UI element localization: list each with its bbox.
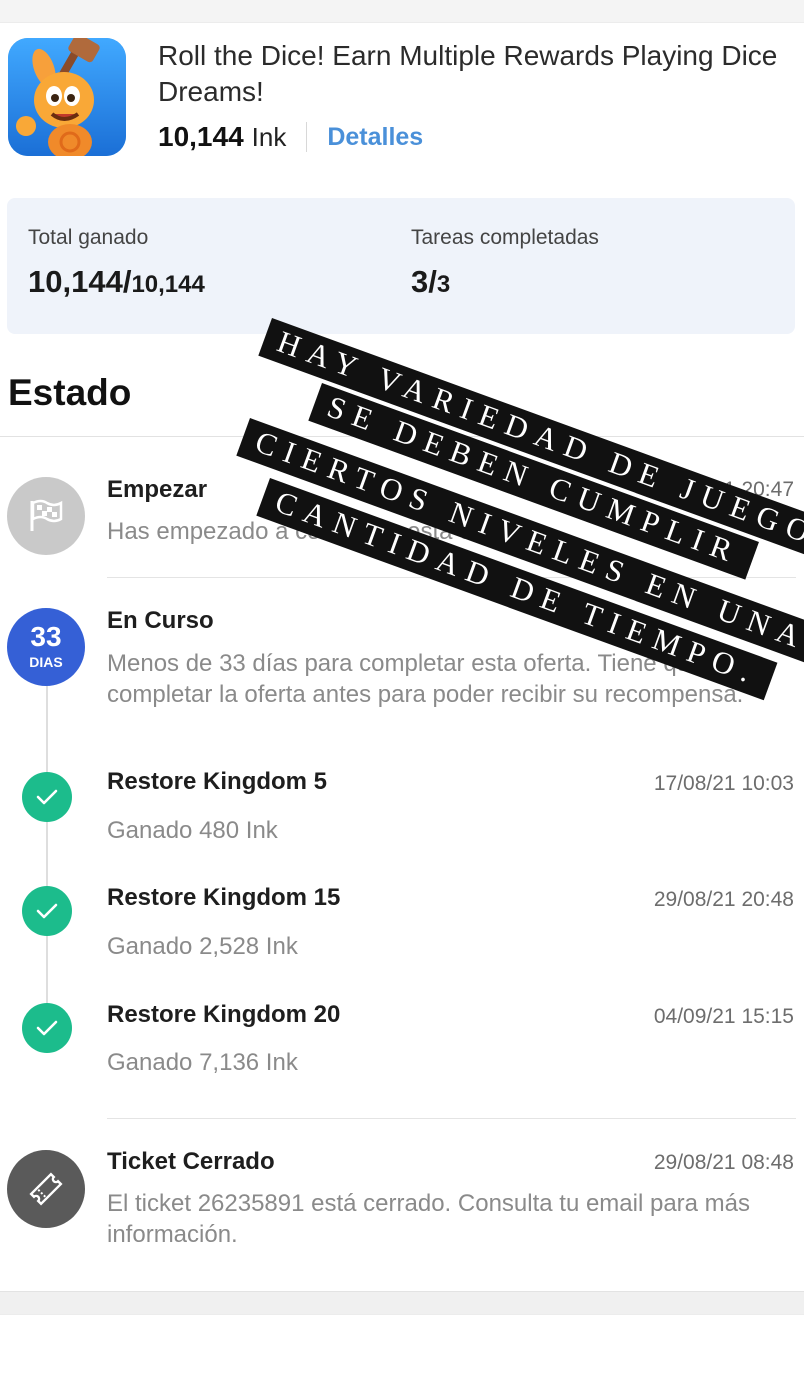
- top-band: [0, 0, 804, 23]
- tasks-done: 3/: [411, 264, 437, 299]
- ticket-event-circle: [7, 1150, 85, 1228]
- ticket-event-title: Ticket Cerrado: [107, 1148, 275, 1175]
- summary-box: Total ganado 10,144/10,144 Tareas comple…: [7, 198, 795, 334]
- reward-unit: Ink: [251, 121, 287, 152]
- days-left-number: 33: [30, 621, 62, 652]
- total-earned-label: Total ganado: [28, 226, 149, 249]
- timeline-rail: [46, 680, 48, 1030]
- section-divider: [0, 436, 804, 437]
- reward-separator: [306, 122, 308, 152]
- reward-value: 10,144: [158, 121, 244, 152]
- start-event-date: 3/21 20:47: [694, 478, 794, 501]
- task-title: Restore Kingdom 20: [107, 1001, 341, 1028]
- task-title: Restore Kingdom 15: [107, 884, 341, 911]
- flag-icon: [30, 499, 63, 531]
- start-event-desc: Has empezado a completar esta oferta: [107, 518, 521, 545]
- task-desc: Ganado 2,528 Ink: [107, 933, 298, 960]
- task-desc: Ganado 7,136 Ink: [107, 1049, 298, 1076]
- total-earned-amount: 10,144/: [28, 264, 132, 299]
- event-divider: [107, 1118, 796, 1119]
- tasks-completed-label: Tareas completadas: [411, 226, 599, 249]
- bottom-band: [0, 1291, 804, 1315]
- tasks-total: 3: [436, 271, 451, 298]
- event-divider: [107, 577, 796, 578]
- task-date: 29/08/21 20:48: [653, 888, 794, 911]
- days-left-badge: 33 DIAS: [7, 608, 85, 686]
- dice-dreams-app-icon: [8, 38, 126, 156]
- check-icon: [36, 1020, 58, 1036]
- task-complete-check: [22, 772, 72, 822]
- start-event-circle: [7, 477, 85, 555]
- days-left-unit: DIAS: [29, 654, 63, 670]
- details-link[interactable]: Detalles: [327, 123, 423, 152]
- offer-reward: 10,144 Ink Detalles: [158, 120, 423, 154]
- progress-event-desc: Menos de 33 días para completar esta ofe…: [107, 650, 744, 708]
- check-icon: [36, 789, 58, 805]
- task-date: 17/08/21 10:03: [653, 772, 794, 795]
- ticket-icon: [29, 1172, 63, 1206]
- task-desc: Ganado 480 Ink: [107, 817, 278, 844]
- ticket-event-desc: El ticket 26235891 está cerrado. Consult…: [107, 1190, 751, 1248]
- check-icon: [36, 903, 58, 919]
- start-event-title: Empezar: [107, 476, 208, 503]
- progress-event-title: En Curso: [107, 607, 214, 634]
- task-title: Restore Kingdom 5: [107, 768, 328, 795]
- total-earned-value: 10,144/10,144: [28, 264, 205, 300]
- total-earned-max: 10,144: [131, 271, 205, 298]
- task-complete-check: [22, 886, 72, 936]
- offer-header: Roll the Dice! Earn Multiple Rewards Pla…: [8, 38, 798, 168]
- task-complete-check: [22, 1003, 72, 1053]
- status-heading: Estado: [8, 372, 132, 413]
- ticket-event-date: 29/08/21 08:48: [653, 1151, 794, 1174]
- tasks-completed-value: 3/3: [411, 264, 599, 300]
- caption-line-2: SE DEBEN CUMPLIR: [308, 383, 759, 580]
- task-date: 04/09/21 15:15: [653, 1005, 794, 1028]
- tasks-completed-block: Tareas completadas 3/3: [411, 226, 599, 300]
- offer-title: Roll the Dice! Earn Multiple Rewards Pla…: [158, 40, 778, 107]
- total-earned-block: Total ganado 10,144/10,144: [28, 226, 205, 300]
